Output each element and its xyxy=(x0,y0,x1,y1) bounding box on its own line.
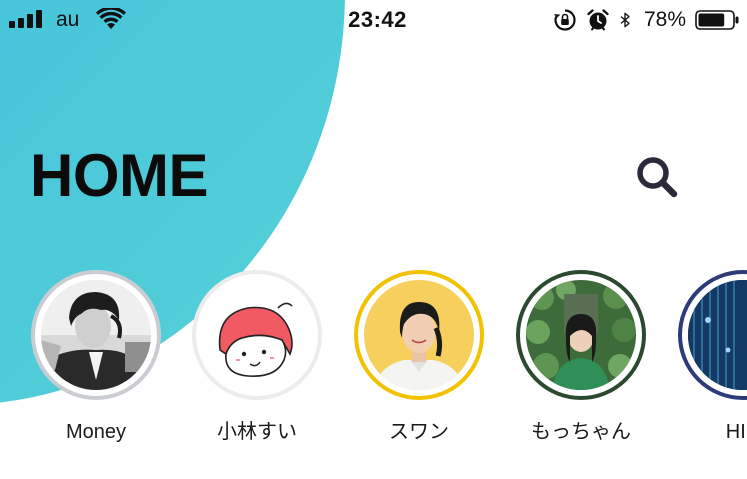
story-item[interactable]: もっちゃん xyxy=(514,268,654,458)
status-right-group: 78% xyxy=(553,7,739,33)
status-bar: au 23:42 78% xyxy=(0,0,747,40)
avatar xyxy=(364,280,474,390)
story-ring xyxy=(192,270,322,400)
avatar xyxy=(526,280,636,390)
story-ring xyxy=(678,270,747,400)
avatar xyxy=(688,280,747,390)
story-ring xyxy=(516,270,646,400)
story-name: 小林すい xyxy=(217,421,297,443)
story-item[interactable]: Money xyxy=(29,268,169,458)
avatar xyxy=(202,280,312,390)
battery-icon xyxy=(695,10,739,30)
home-screen: au 23:42 78% HOME Money 小林すい スワン もっちゃん H… xyxy=(0,0,747,479)
stories-row: Money 小林すい スワン もっちゃん HI xyxy=(0,268,747,458)
rotation-lock-icon xyxy=(553,9,576,31)
story-ring xyxy=(354,270,484,400)
bluetooth-icon xyxy=(620,12,630,28)
story-name: HIN xyxy=(725,421,747,443)
avatar xyxy=(41,280,151,390)
story-name: Money xyxy=(65,421,127,443)
story-item[interactable]: 小林すい xyxy=(190,268,330,458)
page-title: HOME xyxy=(30,142,209,209)
story-ring xyxy=(31,270,161,400)
story-name: もっちゃん xyxy=(531,421,631,443)
story-item[interactable]: スワン xyxy=(352,268,492,458)
story-item[interactable]: HIN xyxy=(676,268,747,458)
alarm-icon xyxy=(587,9,609,31)
search-icon[interactable] xyxy=(634,154,680,200)
battery-percent: 78% xyxy=(643,8,686,31)
story-name: スワン xyxy=(389,421,449,443)
